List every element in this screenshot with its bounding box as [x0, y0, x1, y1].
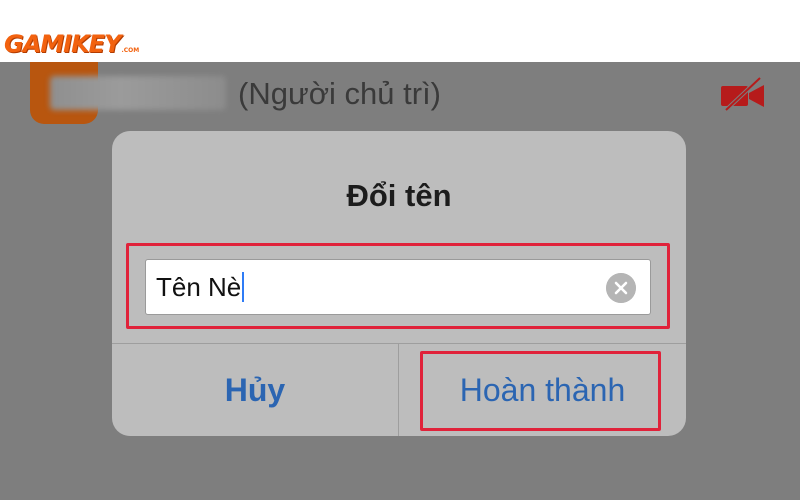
cancel-button[interactable]: Hủy — [112, 344, 398, 436]
camera-off-icon — [721, 77, 764, 111]
rename-dialog: Đổi tên Tên Nè Hủy Hoàn thành — [112, 131, 686, 436]
name-input-value: Tên Nè — [156, 271, 242, 302]
screen: GAMIKEY.COM (Người chủ trì) Đổi tên Tên … — [0, 0, 800, 500]
blurred-participant-name — [50, 76, 226, 110]
dialog-title: Đổi tên — [346, 178, 452, 213]
participant-row: (Người chủ trì) — [0, 62, 800, 126]
host-label: (Người chủ trì) — [238, 76, 441, 111]
name-input[interactable]: Tên Nè — [145, 259, 651, 315]
clear-circle-icon[interactable] — [606, 273, 636, 303]
done-highlight-box — [420, 351, 661, 431]
gamikey-logo: GAMIKEY.COM — [4, 30, 140, 58]
watermark-strip: GAMIKEY.COM — [0, 0, 800, 62]
text-cursor — [242, 272, 245, 302]
